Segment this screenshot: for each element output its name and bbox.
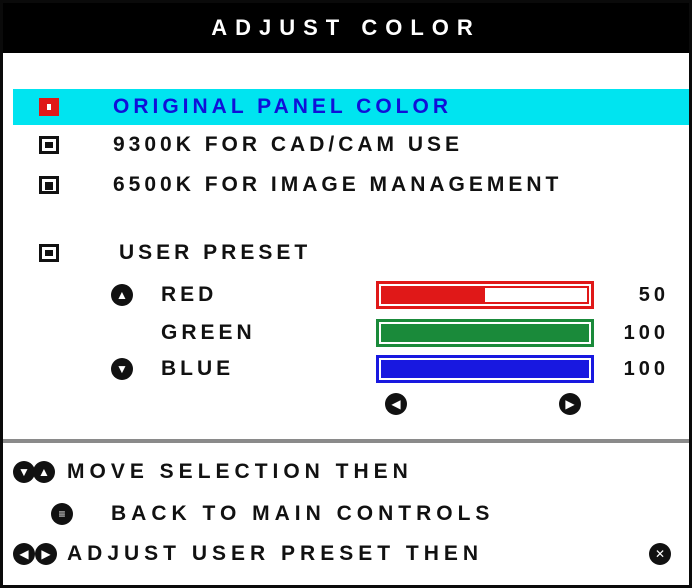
blue-level-fill xyxy=(383,362,587,376)
red-level-fill xyxy=(383,288,485,302)
red-level-bar[interactable] xyxy=(376,281,594,309)
channel-label: BLUE xyxy=(161,357,235,380)
checkbox-icon xyxy=(39,136,59,154)
help-line-adjust: ◀ ▶ ADJUST USER PRESET THEN ✕ xyxy=(3,537,689,571)
help-text: BACK TO MAIN CONTROLS xyxy=(111,502,495,525)
left-arrow-circle-icon: ◀ xyxy=(13,543,35,565)
channel-green-row: GREEN 100 xyxy=(3,315,689,351)
adjust-color-osd: ADJUST COLOR ORIGINAL PANEL COLOR 9300K … xyxy=(0,0,692,588)
selected-checkbox-icon xyxy=(39,98,59,116)
option-original-panel-color[interactable]: ORIGINAL PANEL COLOR xyxy=(13,89,689,125)
divider xyxy=(3,439,689,443)
channel-label: GREEN xyxy=(161,321,256,344)
osd-title: ADJUST COLOR xyxy=(3,3,689,53)
right-arrow-circle-icon[interactable]: ▶ xyxy=(559,393,581,415)
option-label: 9300K FOR CAD/CAM USE xyxy=(113,133,464,156)
blue-value: 100 xyxy=(623,358,669,380)
up-arrow-circle-icon: ▲ xyxy=(33,461,55,483)
help-line-move: ▼ ▲ MOVE SELECTION THEN xyxy=(3,455,689,489)
green-level-bar[interactable] xyxy=(376,319,594,347)
help-line-back: ≡ BACK TO MAIN CONTROLS xyxy=(3,497,689,531)
blue-level-bar[interactable] xyxy=(376,355,594,383)
help-text: MOVE SELECTION THEN xyxy=(67,460,413,483)
channel-red-row: ▲ RED 50 xyxy=(3,277,689,313)
channel-label: RED xyxy=(161,283,218,306)
option-6500k[interactable]: 6500K FOR IMAGE MANAGEMENT xyxy=(13,167,689,203)
option-9300k[interactable]: 9300K FOR CAD/CAM USE xyxy=(13,127,689,163)
down-arrow-circle-icon[interactable]: ▼ xyxy=(111,358,133,380)
left-arrow-circle-icon[interactable]: ◀ xyxy=(385,393,407,415)
green-value: 100 xyxy=(623,322,669,344)
menu-circle-icon: ≡ xyxy=(51,503,73,525)
checkbox-icon xyxy=(39,176,59,194)
option-label: ORIGINAL PANEL COLOR xyxy=(113,95,453,118)
user-preset-label: USER PRESET xyxy=(119,241,312,264)
channel-blue-row: ▼ BLUE 100 xyxy=(3,351,689,387)
help-text: ADJUST USER PRESET THEN xyxy=(67,542,484,565)
option-label: 6500K FOR IMAGE MANAGEMENT xyxy=(113,173,563,196)
checkbox-icon xyxy=(39,244,59,262)
close-circle-icon: ✕ xyxy=(649,543,671,565)
right-arrow-circle-icon: ▶ xyxy=(35,543,57,565)
up-arrow-circle-icon[interactable]: ▲ xyxy=(111,284,133,306)
red-value: 50 xyxy=(638,284,669,306)
option-user-preset[interactable]: USER PRESET xyxy=(13,235,689,271)
down-arrow-circle-icon: ▼ xyxy=(13,461,35,483)
green-level-fill xyxy=(383,326,587,340)
